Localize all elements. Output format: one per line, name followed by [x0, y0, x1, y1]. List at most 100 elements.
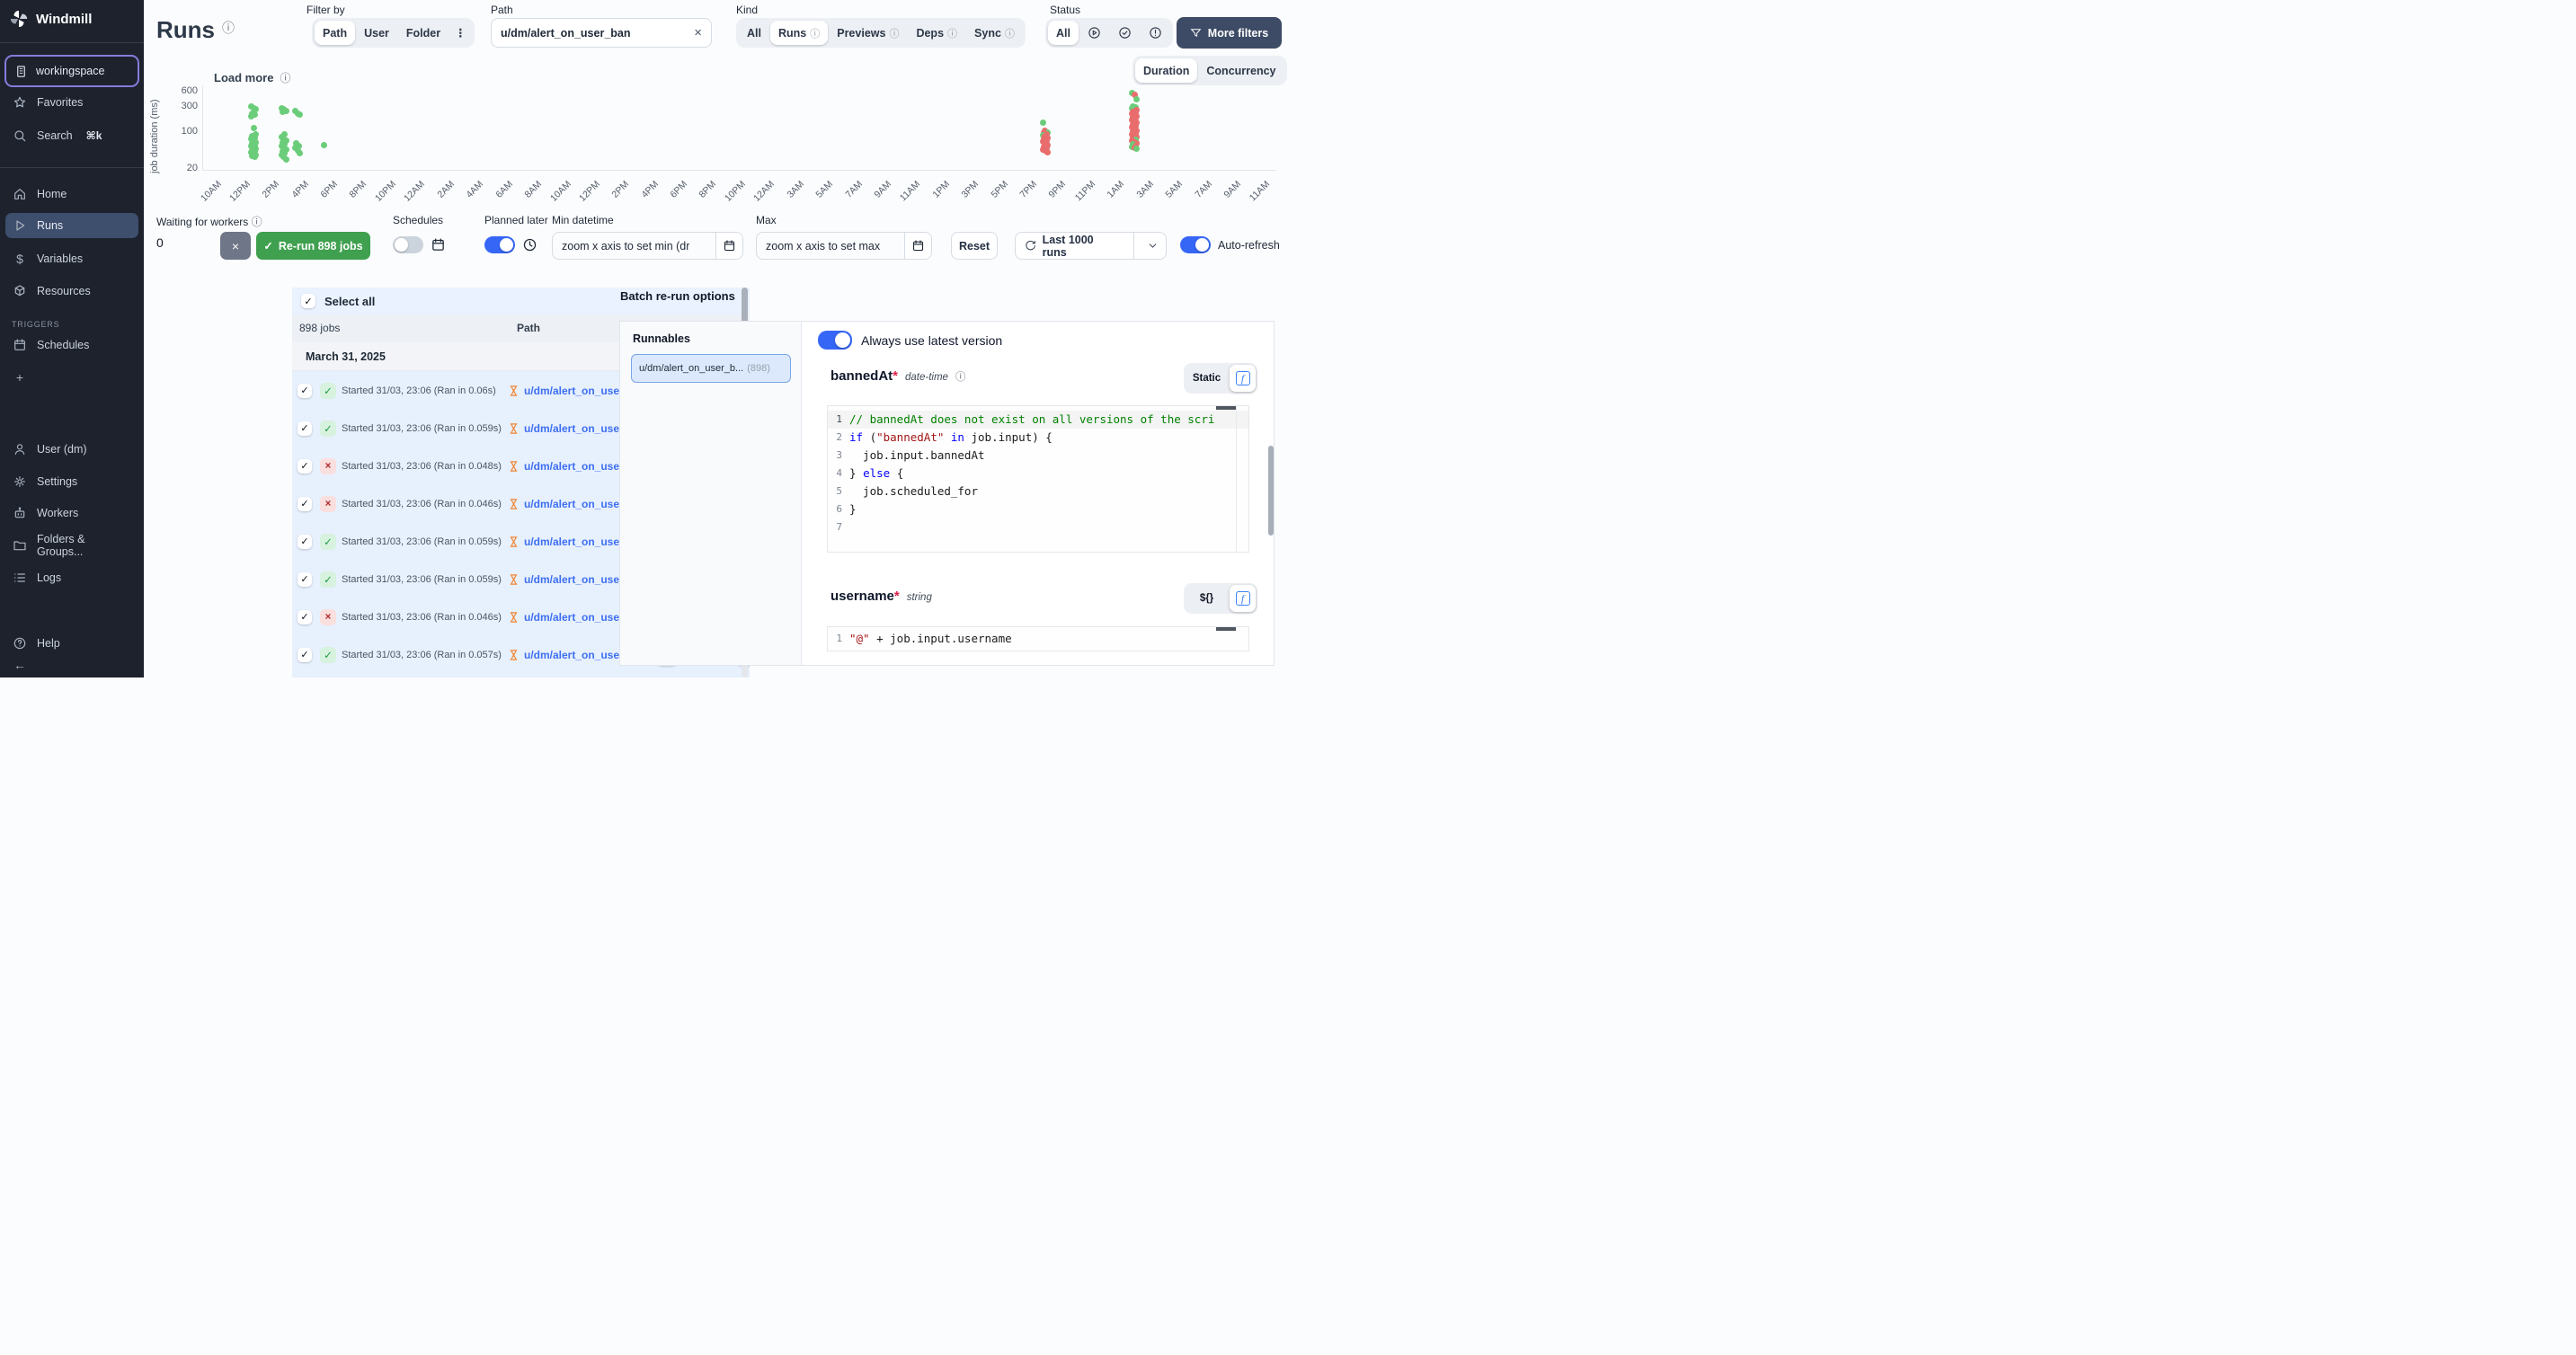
filter-by-more-menu[interactable]: ⋮: [449, 21, 472, 45]
scatter-point[interactable]: [1133, 146, 1140, 152]
filter-by-folder[interactable]: Folder: [398, 21, 449, 45]
min-datetime-input[interactable]: zoom x axis to set min (dr: [552, 232, 743, 260]
row-checkbox[interactable]: ✓: [298, 497, 312, 511]
user-icon: [13, 442, 27, 456]
status-label: Status: [1050, 4, 1080, 16]
add-trigger-button[interactable]: +: [5, 365, 138, 390]
filter-by-path[interactable]: Path: [315, 21, 355, 45]
kind-all[interactable]: All: [739, 21, 769, 45]
editor-scrollbar[interactable]: [1216, 627, 1236, 631]
scatter-point[interactable]: [280, 109, 286, 115]
schedules-label: Schedules: [393, 214, 443, 226]
sidebar-item-workers[interactable]: Workers: [5, 500, 138, 526]
row-checkbox[interactable]: ✓: [298, 421, 312, 436]
mode-javascript-option[interactable]: f: [1230, 365, 1256, 392]
mode-template-option[interactable]: ${}: [1184, 593, 1230, 604]
sidebar-item-search[interactable]: Search ⌘k: [5, 123, 138, 148]
runs-range-dropdown[interactable]: [1140, 233, 1166, 259]
sidebar-item-schedules[interactable]: Schedules: [5, 332, 138, 358]
workspace-selector[interactable]: workingspace: [4, 55, 139, 87]
scatter-point[interactable]: [297, 150, 303, 156]
kind-sync[interactable]: Syncⓘ: [966, 21, 1023, 45]
more-filters-button[interactable]: More filters: [1177, 17, 1282, 49]
scatter-point[interactable]: [248, 113, 254, 120]
planned-later-control: [484, 236, 537, 253]
sidebar-item-user[interactable]: User (dm): [5, 437, 138, 462]
info-icon: ⓘ: [280, 70, 290, 85]
mode-javascript-option[interactable]: f: [1230, 585, 1256, 612]
x-tick-label: 9AM: [872, 179, 893, 200]
row-status-icon: ✓: [320, 571, 336, 588]
row-checkbox[interactable]: ✓: [298, 648, 312, 662]
row-checkbox[interactable]: ✓: [298, 610, 312, 624]
calendar-icon[interactable]: [904, 233, 931, 259]
runs-duration-chart[interactable]: Load moreⓘ job duration (ms) 60030010020…: [144, 54, 1288, 214]
status-failure-icon[interactable]: [1141, 21, 1170, 45]
cancel-selection-button[interactable]: ×: [220, 232, 251, 260]
row-checkbox[interactable]: ✓: [298, 459, 312, 474]
status-all[interactable]: All: [1048, 21, 1079, 45]
info-icon[interactable]: ⓘ: [222, 21, 235, 35]
status-running-icon[interactable]: [1079, 21, 1109, 45]
search-icon: [13, 128, 27, 143]
reset-button[interactable]: Reset: [951, 232, 998, 260]
select-all-checkbox[interactable]: ✓: [301, 294, 315, 308]
scatter-point[interactable]: [1133, 96, 1140, 102]
code-editor-bannedat[interactable]: 1// bannedAt does not exist on all versi…: [827, 405, 1249, 553]
sidebar-item-folders-groups[interactable]: Folders & Groups...: [5, 533, 138, 558]
sidebar-item-resources[interactable]: Resources: [5, 279, 138, 304]
x-tick-label: 3AM: [1134, 179, 1156, 200]
code-editor-username[interactable]: 1"@" + job.input.username: [827, 626, 1249, 651]
x-tick-label: 3AM: [785, 179, 806, 200]
schedules-toggle[interactable]: [393, 236, 423, 253]
scatter-point[interactable]: [252, 154, 258, 160]
sidebar-item-favorites[interactable]: Favorites: [5, 90, 138, 115]
kind-deps[interactable]: Depsⓘ: [908, 21, 965, 45]
sidebar-item-settings[interactable]: Settings: [5, 469, 138, 494]
gear-icon: [13, 474, 27, 489]
app-logo[interactable]: Windmill: [9, 9, 92, 29]
filter-by-user[interactable]: User: [356, 21, 397, 45]
runs-range-button[interactable]: Last 1000 runs: [1016, 233, 1128, 259]
runnable-item[interactable]: u/dm/alert_on_user_b... (898): [631, 354, 791, 383]
sidebar-item-label: Favorites: [37, 96, 83, 109]
clear-path-icon[interactable]: ×: [694, 25, 702, 40]
runnables-label: Runnables: [633, 332, 690, 345]
scatter-point[interactable]: [1044, 149, 1051, 155]
rerun-jobs-button[interactable]: ✓Re-run 898 jobs: [256, 232, 370, 260]
x-tick-label: 4AM: [464, 179, 485, 200]
collapse-sidebar-button[interactable]: ←: [5, 652, 138, 678]
max-datetime-label: Max: [756, 214, 777, 226]
calendar-icon[interactable]: [715, 233, 742, 259]
scatter-point[interactable]: [297, 111, 303, 118]
load-more-button[interactable]: Load moreⓘ: [214, 70, 290, 85]
sidebar-item-runs[interactable]: Runs: [5, 213, 138, 238]
mode-static-option[interactable]: Static: [1184, 373, 1230, 384]
sidebar-item-variables[interactable]: $ Variables: [5, 246, 138, 271]
sidebar-item-home[interactable]: Home: [5, 182, 138, 207]
chart-plot-area[interactable]: 6003001002010AM12PM2PM4PM6PM8PM10PM12AM2…: [202, 85, 1276, 171]
path-filter-input[interactable]: u/dm/alert_on_user_ban ×: [491, 18, 712, 48]
row-checkbox[interactable]: ✓: [298, 384, 312, 398]
row-checkbox[interactable]: ✓: [298, 572, 312, 587]
auto-refresh-toggle[interactable]: [1180, 236, 1211, 253]
scatter-point[interactable]: [321, 142, 327, 148]
editor-scrollbar[interactable]: [1216, 406, 1236, 410]
sidebar-item-label: Schedules: [37, 339, 89, 351]
planned-later-toggle[interactable]: [484, 236, 515, 253]
status-success-icon[interactable]: [1110, 21, 1140, 45]
row-checkbox[interactable]: ✓: [298, 535, 312, 549]
scatter-point[interactable]: [1040, 120, 1046, 126]
x-tick-label: 4PM: [289, 179, 311, 200]
scatter-point[interactable]: [283, 156, 289, 163]
calendar-icon: [431, 237, 446, 252]
panel-scrollbar-thumb[interactable]: [1268, 446, 1274, 536]
latest-version-toggle[interactable]: [818, 331, 852, 350]
max-datetime-input[interactable]: zoom x axis to set max: [756, 232, 932, 260]
sidebar-item-logs[interactable]: Logs: [5, 565, 138, 590]
kind-previews[interactable]: Previewsⓘ: [829, 21, 907, 45]
x-tick-label: 12AM: [752, 179, 777, 204]
x-tick-label: 7PM: [1017, 179, 1039, 200]
kind-runs[interactable]: Runsⓘ: [770, 21, 828, 45]
cube-icon: [13, 284, 27, 298]
